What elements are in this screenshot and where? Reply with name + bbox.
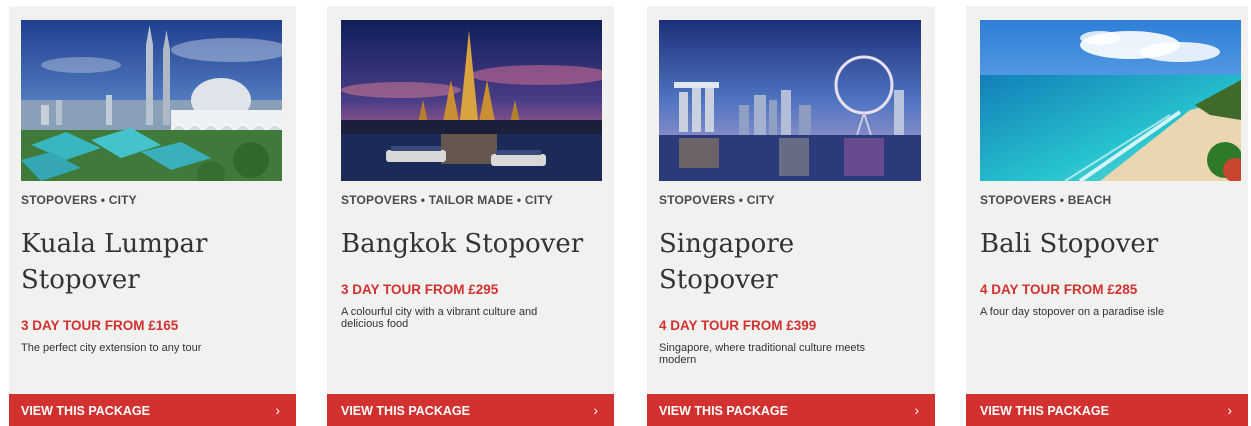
chevron-right-icon: › bbox=[1227, 402, 1232, 418]
card-description: Singapore, where traditional culture mee… bbox=[659, 342, 866, 366]
card-price: 4 DAY TOUR FROM £399 bbox=[659, 318, 817, 333]
card-description: A four day stopover on a paradise isle bbox=[980, 306, 1165, 318]
view-package-button[interactable]: VIEW THIS PACKAGE › bbox=[647, 394, 935, 426]
view-package-button[interactable]: VIEW THIS PACKAGE › bbox=[966, 394, 1248, 426]
chevron-right-icon: › bbox=[275, 402, 280, 418]
card-tags: STOPOVERS • CITY bbox=[659, 193, 775, 207]
card-title[interactable]: Bangkok Stopover bbox=[341, 226, 606, 262]
package-card-bali: STOPOVERS • BEACH Bali Stopover 4 DAY TO… bbox=[966, 6, 1248, 426]
view-package-label: VIEW THIS PACKAGE bbox=[341, 404, 470, 418]
card-description: The perfect city extension to any tour bbox=[21, 342, 202, 354]
bangkok-temple-photo[interactable] bbox=[341, 20, 602, 181]
view-package-button[interactable]: VIEW THIS PACKAGE › bbox=[9, 394, 296, 426]
bali-beach-photo[interactable] bbox=[980, 20, 1241, 181]
card-tags: STOPOVERS • CITY bbox=[21, 193, 137, 207]
package-card-kuala-lumpur: STOPOVERS • CITY Kuala Lumpar Stopover 3… bbox=[9, 6, 296, 426]
view-package-label: VIEW THIS PACKAGE bbox=[659, 404, 788, 418]
card-price: 3 DAY TOUR FROM £295 bbox=[341, 282, 499, 297]
chevron-right-icon: › bbox=[914, 402, 919, 418]
card-description: A colourful city with a vibrant culture … bbox=[341, 306, 538, 330]
singapore-skyline-photo[interactable] bbox=[659, 20, 921, 181]
view-package-button[interactable]: VIEW THIS PACKAGE › bbox=[327, 394, 614, 426]
card-title[interactable]: Singapore Stopover bbox=[659, 226, 879, 298]
card-tags: STOPOVERS • TAILOR MADE • CITY bbox=[341, 193, 553, 207]
chevron-right-icon: › bbox=[593, 402, 598, 418]
card-price: 3 DAY TOUR FROM £165 bbox=[21, 318, 179, 333]
card-price: 4 DAY TOUR FROM £285 bbox=[980, 282, 1138, 297]
view-package-label: VIEW THIS PACKAGE bbox=[21, 404, 150, 418]
kuala-lumpur-skyline-photo[interactable] bbox=[21, 20, 282, 181]
card-tags: STOPOVERS • BEACH bbox=[980, 193, 1112, 207]
package-card-bangkok: STOPOVERS • TAILOR MADE • CITY Bangkok S… bbox=[327, 6, 614, 426]
package-card-singapore: STOPOVERS • CITY Singapore Stopover 4 DA… bbox=[647, 6, 935, 426]
card-title[interactable]: Kuala Lumpar Stopover bbox=[21, 226, 241, 298]
card-title[interactable]: Bali Stopover bbox=[980, 226, 1240, 262]
view-package-label: VIEW THIS PACKAGE bbox=[980, 404, 1109, 418]
